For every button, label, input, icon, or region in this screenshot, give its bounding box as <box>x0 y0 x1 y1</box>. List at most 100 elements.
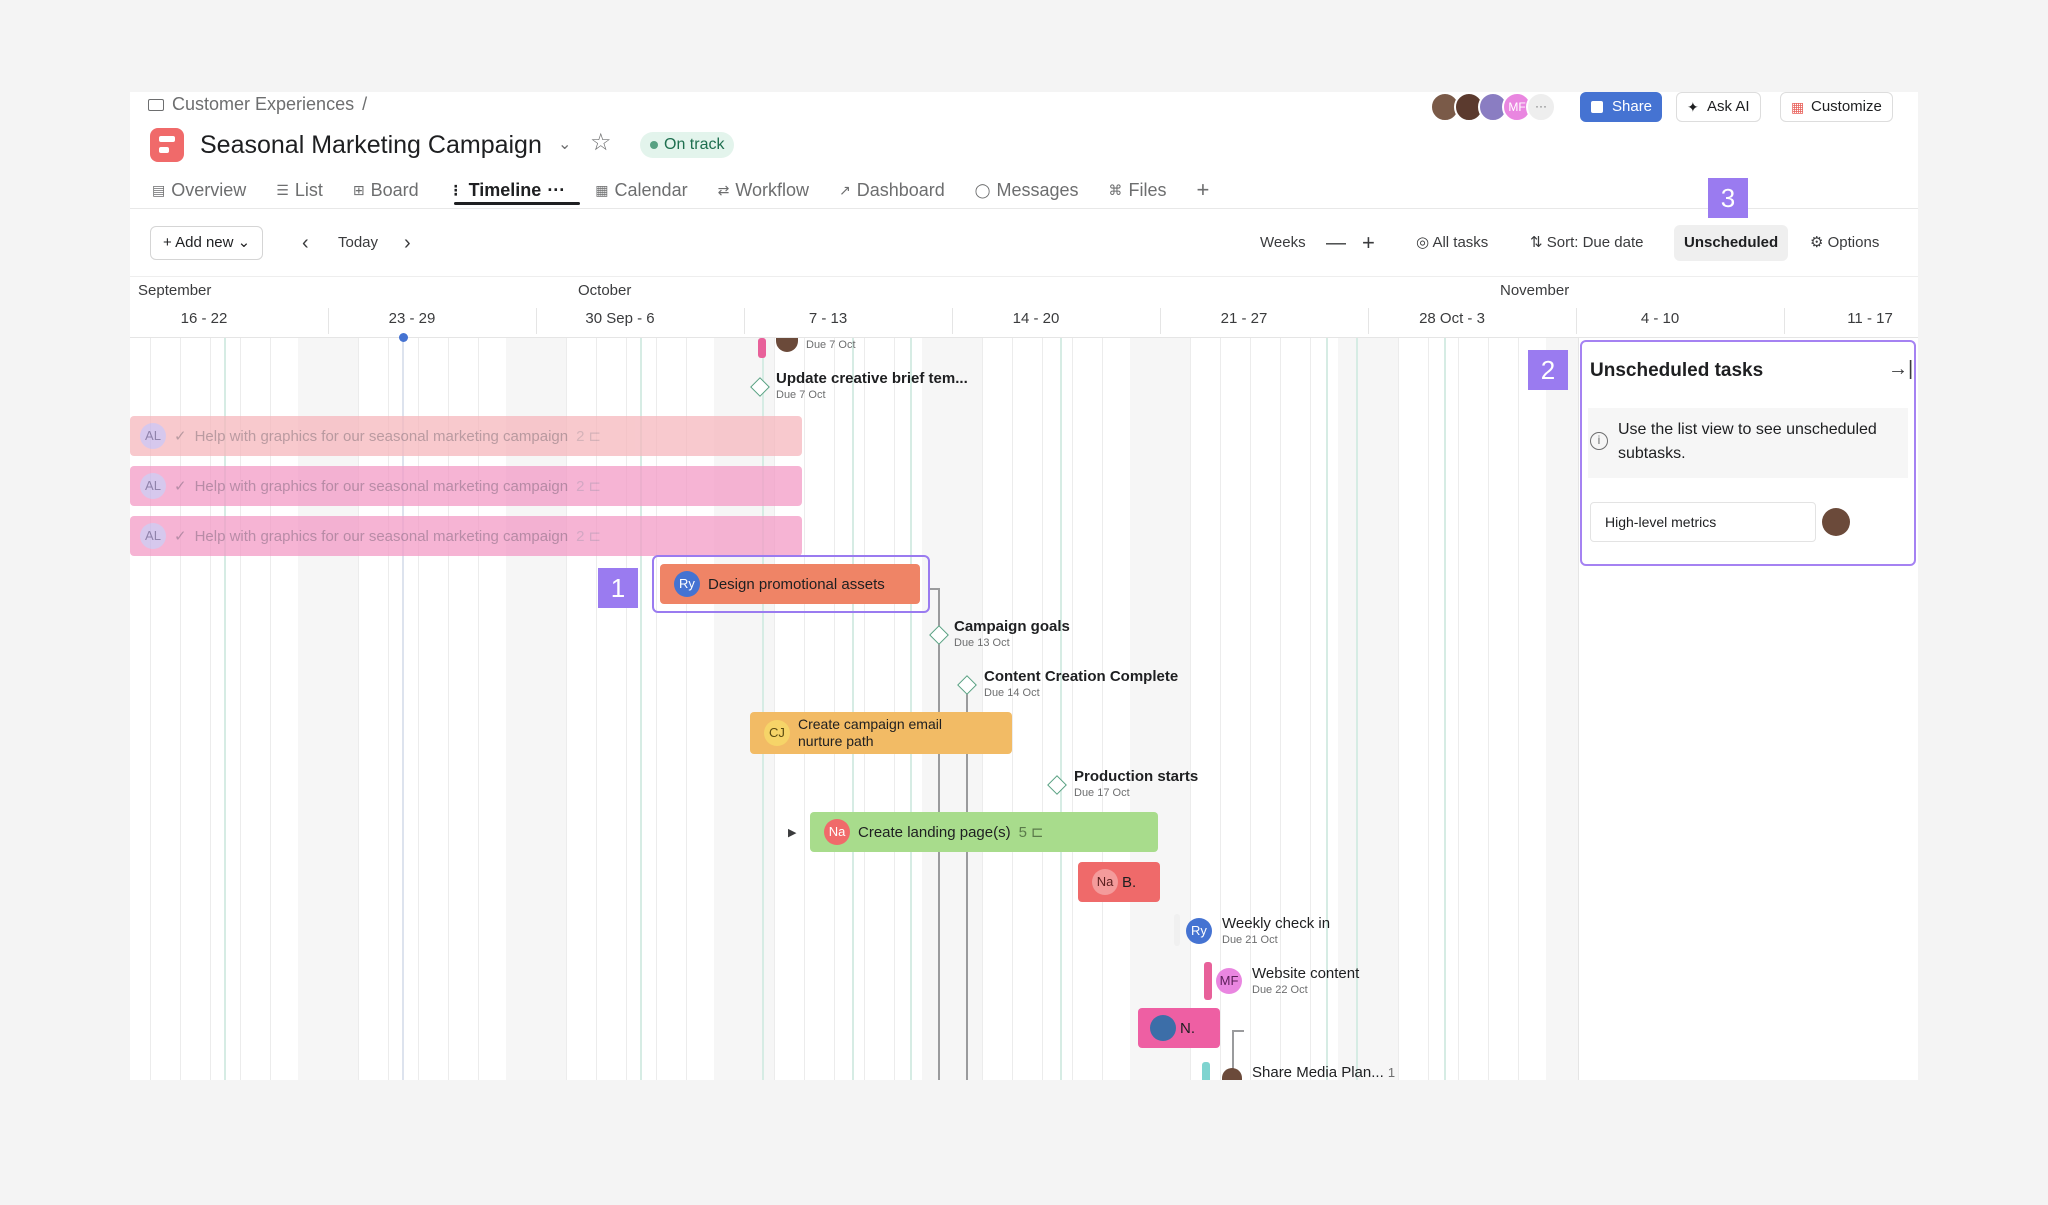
day-gridline <box>1072 338 1073 1080</box>
active-tab-indicator <box>454 202 580 205</box>
project-app: Customer Experiences / Seasonal Marketin… <box>130 92 1918 1080</box>
task-bar[interactable] <box>758 338 766 358</box>
week-label: 14 - 20 <box>1012 310 1060 327</box>
status-badge[interactable]: On track <box>640 132 735 158</box>
previous-icon[interactable]: ‹ <box>302 226 309 260</box>
ask-ai-label: Ask AI <box>1707 98 1750 115</box>
task-bar[interactable]: Ry Design promotional assets <box>660 564 920 604</box>
unscheduled-task-item[interactable]: High-level metrics <box>1590 502 1816 542</box>
day-gridline <box>1042 338 1043 1080</box>
sort-button[interactable]: ⇅ Sort: Due date <box>1530 226 1643 260</box>
task-bar[interactable]: N. <box>1138 1008 1220 1048</box>
breadcrumb-separator: / <box>362 94 368 114</box>
member-avatars[interactable]: MF ··· <box>1430 92 1556 122</box>
task-due: Due 22 Oct <box>1252 984 1308 996</box>
add-new-button[interactable]: + Add new ⌄ <box>150 226 264 260</box>
breadcrumb-label[interactable]: Customer Experiences <box>172 94 354 115</box>
tab-list[interactable]: ☰ List <box>276 176 323 204</box>
tab-label: Board <box>370 179 419 200</box>
subtask-icon: ⊏ <box>1030 824 1044 841</box>
expand-arrow-icon[interactable]: ▶ <box>788 826 796 839</box>
avatar: AL <box>140 423 166 449</box>
tab-label: Files <box>1128 179 1167 200</box>
plus-icon: + <box>163 234 172 251</box>
chevron-down-icon[interactable]: ⌄ <box>558 134 571 154</box>
add-tab-button[interactable]: + <box>1197 176 1210 204</box>
weekend-column <box>922 338 982 1080</box>
next-icon[interactable]: › <box>404 226 411 260</box>
check-icon: ✓ <box>174 428 187 445</box>
today-button[interactable]: Today <box>338 226 378 260</box>
zoom-in-icon[interactable]: + <box>1362 226 1375 260</box>
task-bar[interactable]: CJ Create campaign email nurture path <box>750 712 1012 754</box>
unscheduled-button[interactable]: Unscheduled <box>1674 225 1789 261</box>
star-icon[interactable]: ☆ <box>590 128 612 157</box>
day-gridline <box>804 338 805 1080</box>
milestone-due: Due 17 Oct <box>1074 787 1130 799</box>
milestone-title[interactable]: Production starts <box>1074 768 1198 785</box>
tab-overview[interactable]: ▤ Overview <box>152 176 246 204</box>
collapse-panel-icon[interactable]: →| <box>1888 358 1913 381</box>
customize-button[interactable]: ▦ Customize <box>1780 92 1893 122</box>
day-gridline <box>1398 338 1399 1080</box>
task-bar[interactable]: AL ✓ Help with graphics for our seasonal… <box>130 466 802 506</box>
tab-calendar[interactable]: ▦ Calendar <box>595 176 687 204</box>
tab-label: Messages <box>996 179 1079 200</box>
all-tasks-label: All tasks <box>1432 234 1489 251</box>
task-bar[interactable]: Na B. <box>1078 862 1160 902</box>
task-title[interactable]: Share Media Plan... 1 <box>1252 1064 1395 1080</box>
subtask-icon: ⊏ <box>588 478 602 495</box>
folder-icon <box>148 98 164 111</box>
task-bar[interactable]: Na Create landing page(s) 5 ⊏ <box>810 812 1158 852</box>
milestone-title[interactable]: Campaign goals <box>954 618 1070 635</box>
task-bar[interactable] <box>1204 962 1212 1000</box>
tab-workflow[interactable]: ⇄ Workflow <box>718 176 809 204</box>
week-label: 30 Sep - 6 <box>585 310 655 327</box>
day-gridline <box>1012 338 1013 1080</box>
options-button[interactable]: ⚙ Options <box>1810 226 1879 260</box>
avatar: Ry <box>1186 918 1212 944</box>
breadcrumb[interactable]: Customer Experiences / <box>148 94 367 115</box>
task-due: Due 21 Oct <box>1222 934 1278 946</box>
tab-messages[interactable]: ◯ Messages <box>975 176 1079 204</box>
task-bar[interactable] <box>1174 914 1180 946</box>
today-indicator <box>399 333 408 342</box>
weekend-column <box>1130 338 1190 1080</box>
day-gridline <box>1220 338 1221 1080</box>
more-members-icon[interactable]: ··· <box>1526 92 1556 122</box>
milestone-due: Due 7 Oct <box>776 389 826 401</box>
customize-grid-icon: ▦ <box>1791 99 1805 115</box>
milestone-title[interactable]: Update creative brief tem... <box>776 370 968 387</box>
subtask-count: 2 <box>576 527 585 545</box>
day-gridline <box>1102 338 1103 1080</box>
milestone-due: Due 14 Oct <box>984 687 1040 699</box>
tab-dashboard[interactable]: ↗ Dashboard <box>839 176 945 204</box>
avatar[interactable] <box>1822 508 1850 536</box>
avatar <box>1150 1015 1176 1041</box>
tab-board[interactable]: ⊞ Board <box>353 176 419 204</box>
sparkle-icon: ✦ <box>1687 99 1699 115</box>
week-label: 28 Oct - 3 <box>1419 310 1485 327</box>
ask-ai-button[interactable]: ✦ Ask AI <box>1676 92 1761 122</box>
task-bar[interactable]: AL ✓ Help with graphics for our seasonal… <box>130 416 802 456</box>
project-title[interactable]: Seasonal Marketing Campaign <box>200 128 542 162</box>
step-marker: 1 <box>598 568 638 608</box>
week-label: 4 - 10 <box>1640 310 1680 327</box>
milestone-title[interactable]: Content Creation Complete <box>984 668 1178 685</box>
zoom-select[interactable]: Weeks <box>1260 226 1306 260</box>
task-bar[interactable] <box>1202 1062 1210 1080</box>
tab-more-icon[interactable]: ··· <box>547 180 565 201</box>
paperclip-icon: ⌘ <box>1108 181 1123 198</box>
zoom-out-icon[interactable]: — <box>1326 226 1346 260</box>
tab-files[interactable]: ⌘ Files <box>1109 176 1167 204</box>
task-title[interactable]: Weekly check in <box>1222 915 1330 932</box>
panel-title: Unscheduled tasks <box>1590 360 1764 381</box>
week-label: 16 - 22 <box>180 310 228 327</box>
tab-timeline[interactable]: ⋮ Timeline ··· <box>449 176 566 204</box>
task-bar[interactable]: AL ✓ Help with graphics for our seasonal… <box>130 516 802 556</box>
all-tasks-button[interactable]: ◎ All tasks <box>1416 226 1488 260</box>
task-title[interactable]: Website content <box>1252 965 1359 982</box>
week-label: 11 - 17 <box>1847 310 1893 327</box>
task-title: Help with graphics for our seasonal mark… <box>194 477 569 495</box>
share-button[interactable]: Share <box>1580 92 1663 122</box>
